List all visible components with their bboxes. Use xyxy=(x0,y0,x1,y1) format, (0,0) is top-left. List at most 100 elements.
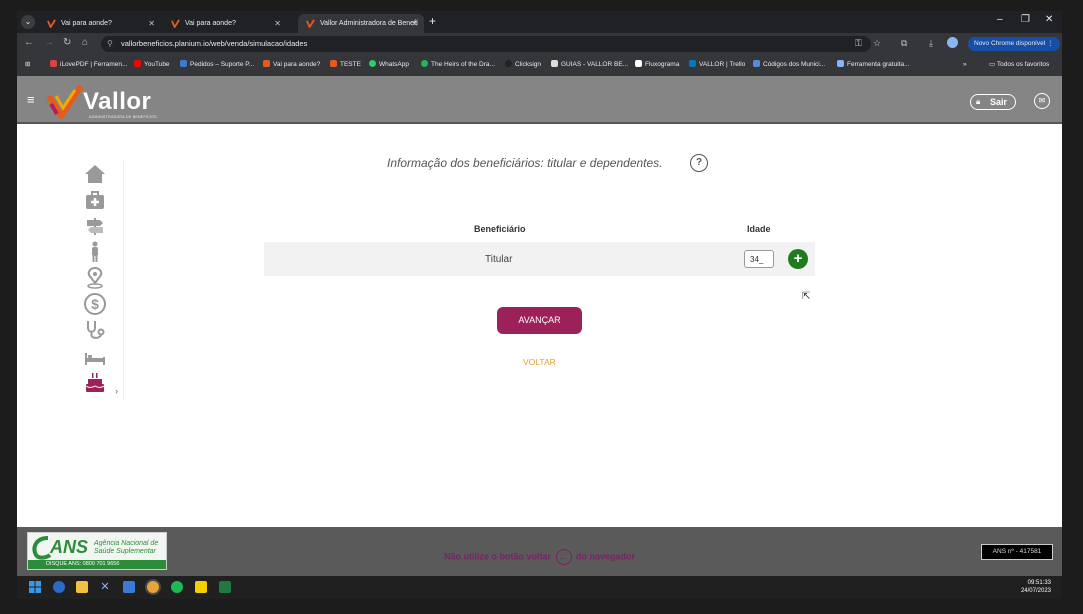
all-bookmarks-folder[interactable]: ▭ Todos os favoritos xyxy=(989,55,1049,75)
mail-icon[interactable]: ✉ xyxy=(1034,93,1050,109)
dollar-icon[interactable]: $ xyxy=(83,293,107,315)
page-title: Informação dos beneficiários: titular e … xyxy=(387,156,663,170)
add-dependent-button[interactable]: + xyxy=(788,249,808,269)
home-icon[interactable]: ⌂ xyxy=(82,37,88,48)
age-input[interactable] xyxy=(744,250,774,268)
tab-title: Vallor Administradora de Benefí xyxy=(320,20,418,27)
downloads-icon[interactable]: ⤓ xyxy=(929,38,933,49)
logout-button[interactable]: 🔒︎ Sair xyxy=(970,94,1016,110)
more-menu-icon[interactable]: ⋮ xyxy=(1047,40,1054,47)
bookmark-item[interactable]: Códigos dos Munici... xyxy=(753,55,825,75)
address-bar[interactable]: ⚲ vallorbeneficios.planium.io/web/venda/… xyxy=(101,36,871,52)
app-x-icon[interactable]: ✕ xyxy=(99,581,111,593)
chrome-icon[interactable] xyxy=(147,581,159,593)
logo-subtitle: ADMINISTRADORA DE BENEFÍCIOS xyxy=(89,115,157,119)
birthday-cake-icon[interactable] xyxy=(83,371,107,393)
close-window-icon[interactable]: ✕ xyxy=(1045,14,1053,25)
signpost-icon[interactable] xyxy=(83,215,107,237)
windows-taskbar: ✕ 09:51:33 24/07/2023 xyxy=(17,576,1062,599)
update-label: Novo Chrome disponível xyxy=(974,40,1046,47)
bookmark-favicon-icon xyxy=(50,60,57,67)
profile-avatar[interactable] xyxy=(947,37,958,48)
bookmark-item[interactable]: YouTube xyxy=(134,55,170,75)
home-icon[interactable] xyxy=(83,163,107,185)
bed-icon[interactable] xyxy=(83,345,107,367)
file-explorer-icon[interactable] xyxy=(76,581,88,593)
minimize-icon[interactable]: – xyxy=(997,14,1003,25)
vallor-favicon-icon xyxy=(306,19,315,28)
person-icon[interactable] xyxy=(83,241,107,263)
tab-search-button[interactable]: ⌄ xyxy=(21,15,35,29)
hamburger-menu-icon[interactable]: ≡ xyxy=(27,92,35,107)
vallor-favicon-icon xyxy=(171,19,180,28)
mouse-cursor-icon: ⇱ xyxy=(802,291,811,302)
system-clock[interactable]: 09:51:33 24/07/2023 xyxy=(1007,579,1051,595)
browser-tab-1[interactable]: Vai para aonde? ✕ xyxy=(39,14,161,33)
bookmark-item[interactable]: Vai para aonde? xyxy=(263,55,320,75)
back-link[interactable]: VOLTAR xyxy=(523,357,556,367)
spotify-icon xyxy=(421,60,428,67)
reload-icon[interactable]: ↻ xyxy=(63,37,71,48)
step-sidebar: $ › xyxy=(79,161,124,401)
new-tab-button[interactable]: + xyxy=(429,14,436,28)
bookmark-item[interactable]: GUIAS - VALLOR BE... xyxy=(551,55,628,75)
tab-title: Vai para aonde? xyxy=(185,20,236,27)
clock-time: 09:51:33 xyxy=(1027,580,1051,586)
spotify-taskbar-icon[interactable] xyxy=(171,581,183,593)
sticky-notes-icon[interactable] xyxy=(195,581,207,593)
ans-logo-text: ANS xyxy=(50,537,89,557)
edge-icon[interactable] xyxy=(53,581,65,593)
bookmarks-bar: ⊞ iLovePDF | Ferramen... YouTube Pedidos… xyxy=(17,55,1062,77)
tab-title: Vai para aonde? xyxy=(61,20,112,27)
forward-icon[interactable]: → xyxy=(44,37,54,48)
teams-icon[interactable] xyxy=(123,581,135,593)
apps-grid-icon[interactable]: ⊞ xyxy=(25,55,30,75)
site-info-icon[interactable]: ⚲ xyxy=(107,36,113,52)
restore-icon[interactable]: ❐ xyxy=(1021,14,1030,25)
location-pin-icon[interactable] xyxy=(83,267,107,289)
next-button[interactable]: AVANÇAR xyxy=(497,307,582,334)
excel-icon[interactable] xyxy=(219,581,231,593)
trello-icon xyxy=(689,60,696,67)
back-icon[interactable]: ← xyxy=(24,37,34,48)
ans-swoosh-icon xyxy=(32,536,52,560)
chrome-update-button[interactable]: Novo Chrome disponível ⋮ xyxy=(968,37,1060,51)
stethoscope-icon[interactable] xyxy=(83,319,107,341)
ans-registration-number: ANS nº - 417581 xyxy=(981,544,1053,560)
bookmark-favicon-icon xyxy=(551,60,558,67)
ans-logo[interactable]: ANS Agência Nacional de Saúde Suplementa… xyxy=(27,532,167,570)
bookmark-item[interactable]: Ferramenta gratuita... xyxy=(837,55,910,75)
help-icon[interactable]: ? xyxy=(690,154,708,172)
medical-kit-icon[interactable] xyxy=(83,189,107,211)
youtube-icon xyxy=(134,60,141,67)
browser-tab-2[interactable]: Vai para aonde? ✕ xyxy=(163,14,287,33)
vallor-favicon-icon xyxy=(47,19,56,28)
back-arrow-circle-icon: ← xyxy=(555,549,572,565)
password-key-icon[interactable]: ⚿ xyxy=(855,38,862,49)
bookmark-item[interactable]: Fluxograma xyxy=(635,55,679,75)
bookmark-item[interactable]: WhatsApp xyxy=(369,55,409,75)
bookmark-favicon-icon xyxy=(837,60,844,67)
more-bookmarks-icon[interactable]: » xyxy=(963,55,967,75)
bookmark-item[interactable]: The Heirs of the Dra... xyxy=(421,55,495,75)
bookmark-item[interactable]: TESTE xyxy=(330,55,361,75)
column-header-beneficiary: Beneficiário xyxy=(474,224,526,234)
browser-tab-3[interactable]: Vallor Administradora de Benefí ✕ xyxy=(298,14,424,33)
vallor-check-logo-icon xyxy=(47,84,83,119)
extensions-icon[interactable]: ⧉ xyxy=(901,38,907,49)
bookmark-item[interactable]: VALLOR | Trello xyxy=(689,55,745,75)
close-tab-icon[interactable]: ✕ xyxy=(411,14,418,33)
vallor-logo[interactable]: Vallor ADMINISTRADORA DE BENEFÍCIOS xyxy=(47,84,167,120)
ans-name-line2: Saúde Suplementar xyxy=(94,548,156,555)
ans-phone: DISQUE ANS: 0800 701 9656 xyxy=(28,560,166,569)
windows-start-icon[interactable] xyxy=(29,581,41,593)
vallor-favicon-icon xyxy=(330,60,337,67)
close-tab-icon[interactable]: ✕ xyxy=(274,14,281,33)
table-row: Titular + xyxy=(264,242,815,276)
bookmark-item[interactable]: iLovePDF | Ferramen... xyxy=(50,55,127,75)
bookmark-star-icon[interactable]: ☆ xyxy=(873,38,881,49)
whatsapp-icon xyxy=(369,60,376,67)
bookmark-item[interactable]: Clicksign xyxy=(505,55,541,75)
close-tab-icon[interactable]: ✕ xyxy=(148,14,155,33)
bookmark-item[interactable]: Pedidos – Suporte P... xyxy=(180,55,254,75)
